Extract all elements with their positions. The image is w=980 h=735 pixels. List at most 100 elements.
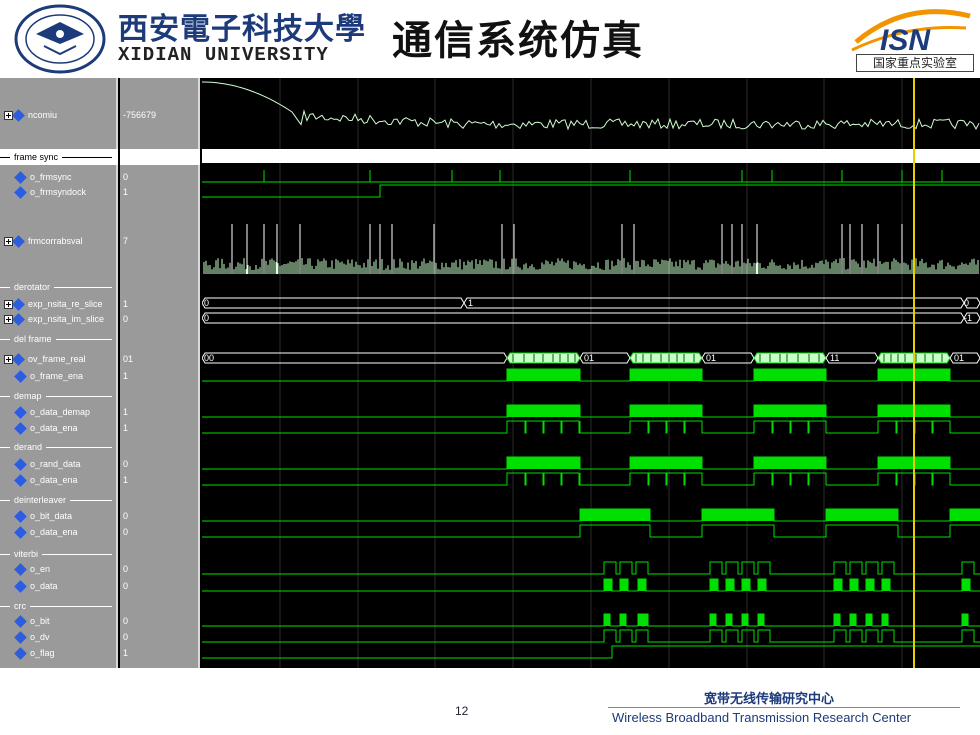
data-block [754, 405, 826, 417]
signal-name: o_frmsyndock [30, 187, 87, 197]
signal-row[interactable]: o_data_demap [0, 404, 118, 420]
divider-line [0, 553, 10, 555]
group-label: viterbi [14, 549, 39, 559]
divider-line [54, 286, 112, 288]
signal-row[interactable]: ov_frame_real [0, 351, 118, 367]
group-divider[interactable]: derand [0, 439, 118, 455]
group-divider[interactable]: derotator [0, 279, 118, 295]
signal-row[interactable]: o_frmsyndock [0, 184, 118, 200]
signal-value: 1 [123, 475, 129, 485]
signal-row[interactable]: o_data [0, 578, 118, 594]
pulse-block [866, 579, 874, 591]
data-block [754, 457, 826, 469]
divider-line [0, 286, 10, 288]
pulse-block [882, 614, 888, 626]
divider-line [0, 395, 10, 397]
pulse-block [962, 614, 968, 626]
signal-row[interactable]: frmcorrabsval [0, 233, 118, 249]
bus-value-label: 1 [468, 298, 473, 308]
signal-name: o_data_ena [30, 475, 78, 485]
group-label: demap [14, 391, 42, 401]
signal-icon [14, 421, 27, 435]
divider-line [55, 338, 112, 340]
data-block [754, 369, 826, 381]
pulse-block [850, 614, 856, 626]
signal-icon [12, 312, 25, 326]
signal-value: 0 [123, 581, 129, 591]
signal-row[interactable]: o_frmsync [0, 169, 118, 185]
signal-value-pane[interactable]: -756679 0 1 7 1 0 01 1 1 1 0 1 0 0 0 0 0 0 1 [120, 78, 200, 668]
signal-row[interactable]: ncomiu [0, 107, 118, 123]
divider-line [45, 395, 112, 397]
signal-row[interactable]: exp_nsita_im_slice [0, 311, 118, 327]
signal-icon [14, 509, 27, 523]
signal-row[interactable]: o_frame_ena [0, 368, 118, 384]
signal-name: o_data_ena [30, 527, 78, 537]
pulse-block [742, 614, 748, 626]
signal-value: 1 [123, 423, 129, 433]
signal-icon [12, 234, 25, 248]
signal-row[interactable]: o_flag [0, 645, 118, 661]
signal-value: -756679 [123, 110, 157, 120]
divider-line [46, 446, 112, 448]
bus-segment [202, 312, 965, 324]
signal-name-pane[interactable]: ncomiu frame sync o_frmsync o_frmsyndockfrm… [0, 78, 118, 668]
signal-value: 01 [123, 354, 134, 364]
signal-row[interactable]: o_bit_data [0, 508, 118, 524]
waveform-pane[interactable]: 0 1 00 -100 01 01 11 01 [202, 78, 980, 668]
bus-value-label: 0 [964, 298, 969, 308]
data-block [702, 509, 774, 521]
bus-segment [202, 352, 508, 364]
bus-value-label: 01 [954, 353, 964, 363]
divider-value-cell [120, 331, 200, 347]
bus-value-label: 01 [706, 353, 716, 363]
signal-row[interactable]: o_rand_data [0, 456, 118, 472]
pulse-block [726, 579, 734, 591]
signal-row[interactable]: o_en [0, 561, 118, 577]
group-divider[interactable]: frame sync [0, 149, 118, 165]
bus-value-label: 01 [584, 353, 594, 363]
signal-value: 1 [123, 371, 129, 381]
signal-name: ov_frame_real [28, 354, 86, 364]
bus-value-label: 0 [204, 313, 209, 323]
bus-segment [463, 297, 965, 309]
signal-value: 7 [123, 236, 129, 246]
signal-value: 0 [123, 511, 129, 521]
group-divider[interactable]: crc [0, 598, 118, 614]
pulse-block [620, 579, 628, 591]
signal-row[interactable]: o_data_ena [0, 524, 118, 540]
group-label: frame sync [14, 152, 59, 162]
university-seal-icon [14, 4, 106, 74]
pulse-block [850, 579, 858, 591]
bus-segment [753, 352, 827, 364]
signal-name: o_data_demap [30, 407, 91, 417]
group-divider[interactable]: deinterleaver [0, 492, 118, 508]
signal-icon [14, 369, 27, 383]
logo-text: ISN [880, 24, 931, 56]
group-divider[interactable]: demap [0, 388, 118, 404]
divider-value-cell [120, 388, 200, 404]
signal-name: exp_nsita_im_slice [28, 314, 105, 324]
lab-label: 国家重点实验室 [856, 54, 974, 72]
group-label: derand [14, 442, 43, 452]
signal-row[interactable]: o_dv [0, 629, 118, 645]
group-divider[interactable]: viterbi [0, 546, 118, 562]
signal-name: ncomiu [28, 110, 58, 120]
data-block [507, 369, 580, 381]
divider-value-cell [120, 279, 200, 295]
data-block [950, 509, 980, 521]
signal-row[interactable]: o_data_ena [0, 472, 118, 488]
signal-icon [14, 579, 27, 593]
divider-value-cell [120, 492, 200, 508]
group-divider[interactable]: del frame [0, 331, 118, 347]
signal-name: o_rand_data [30, 459, 81, 469]
divider-line [30, 605, 112, 607]
signal-name: o_flag [30, 648, 55, 658]
divider-line [70, 499, 112, 501]
signal-row[interactable]: exp_nsita_re_slice [0, 296, 118, 312]
signal-row[interactable]: o_bit [0, 613, 118, 629]
signal-row[interactable]: o_data_ena [0, 420, 118, 436]
signal-icon [12, 352, 25, 366]
footer-center-cn: 宽带无线传输研究中心 [704, 692, 835, 707]
pulse-block [726, 614, 732, 626]
